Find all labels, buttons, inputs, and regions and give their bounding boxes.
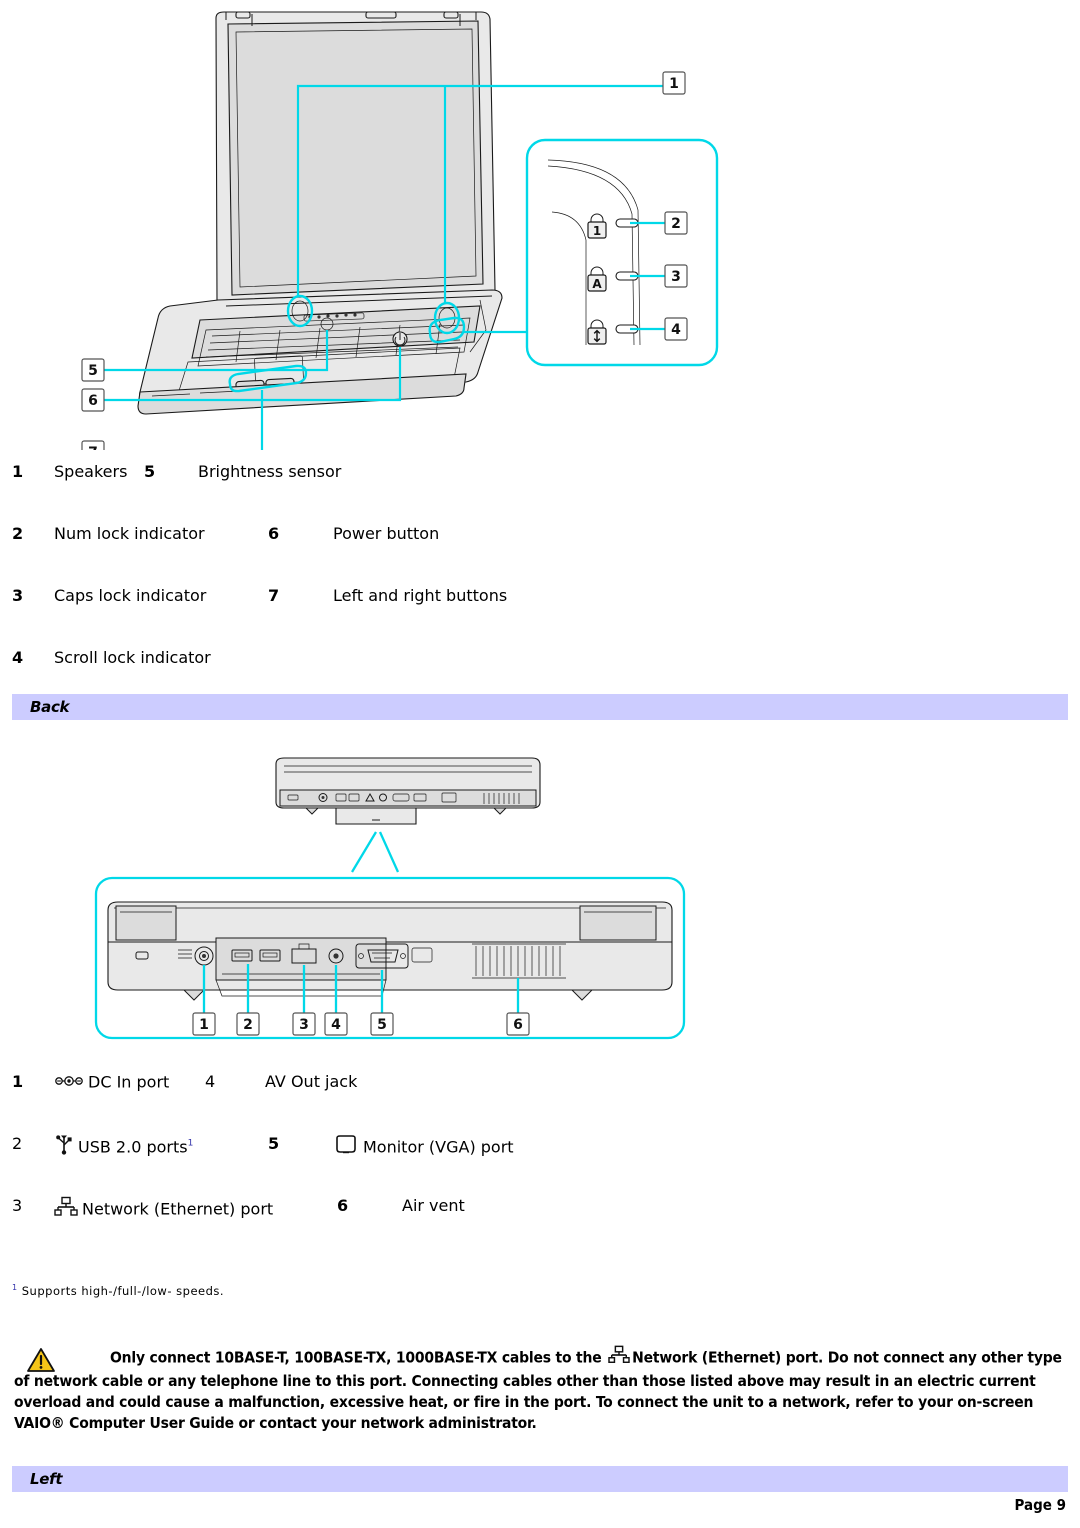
callout-4: 4 <box>324 1012 348 1036</box>
legend-number: 3 <box>12 586 24 605</box>
legend-row: 2 Num lock indicator 6 Power button <box>12 524 1052 586</box>
svg-text:A: A <box>592 277 602 291</box>
laptop-back-ports-diagram: .bv { fill:#e9e9e9; stroke:#1a1a1a; stro… <box>80 752 700 1047</box>
laptop-back-panel-enlarged <box>107 901 673 1001</box>
footnote-marker: 1 <box>187 1138 194 1149</box>
svg-text:4: 4 <box>671 322 681 338</box>
callout-5: 5 <box>81 358 105 382</box>
legend-number: 4 <box>205 1072 216 1091</box>
section-title: Left <box>30 1470 63 1488</box>
svg-text:1: 1 <box>669 76 679 92</box>
legend-label: Brightness sensor <box>198 462 342 481</box>
warning-text-part1: Only connect 10BASE-T, 100BASE-TX, 1000B… <box>110 1348 607 1367</box>
callout-1: 1 <box>662 71 686 95</box>
legend-label-text: Network (Ethernet) port <box>82 1199 274 1219</box>
scroll-lock-icon <box>587 319 607 345</box>
svg-text:2: 2 <box>671 216 681 232</box>
legend-number: 6 <box>337 1196 349 1215</box>
legend-row: 1 DC In port 4 AV Out jack <box>12 1072 1052 1134</box>
legend-number: 1 <box>12 1072 24 1091</box>
ethernet-icon <box>54 1196 78 1223</box>
warning-text-part2: Network (Ethernet) port. Do not <box>632 1348 879 1367</box>
svg-text:5: 5 <box>377 1017 387 1033</box>
legend-label: Left and right buttons <box>333 586 508 605</box>
laptop-base <box>137 289 503 415</box>
svg-text:3: 3 <box>671 269 681 285</box>
legend-number: 2 <box>12 1134 23 1153</box>
legend-label: Scroll lock indicator <box>54 648 211 667</box>
svg-text:2: 2 <box>243 1017 253 1033</box>
legend-label: Air vent <box>402 1196 465 1215</box>
legend-label-text: Monitor (VGA) port <box>363 1137 514 1157</box>
legend-number: 3 <box>12 1196 23 1215</box>
legend-row: 3 Network (Ethernet) port 6 Air vent <box>12 1196 1052 1258</box>
num-lock-icon: 1 <box>587 213 607 239</box>
legend-number: 1 <box>12 462 24 481</box>
svg-text:6: 6 <box>88 393 98 409</box>
legend-label: Num lock indicator <box>54 524 205 543</box>
legend-number: 7 <box>268 586 280 605</box>
callout-2: 2 <box>664 211 688 235</box>
legend-number: 5 <box>268 1134 280 1153</box>
svg-text:4: 4 <box>331 1017 341 1033</box>
legend-label: USB 2.0 ports1 <box>54 1134 193 1161</box>
svg-text:7: 7 <box>88 445 98 450</box>
warning-text: Only connect 10BASE-T, 100BASE-TX, 1000B… <box>14 1345 1066 1434</box>
callout-6: 6 <box>81 388 105 412</box>
monitor-vga-icon <box>333 1134 359 1161</box>
svg-text:5: 5 <box>88 363 98 379</box>
legend-row: 1 Speakers 5 Brightness sensor <box>12 462 1052 524</box>
callout-1: 1 <box>192 1012 216 1036</box>
legend-label-text: USB 2.0 ports <box>78 1137 188 1157</box>
section-header-back: Back <box>12 694 1068 720</box>
footnote-text: Supports high-/full-/low- speeds. <box>21 1283 225 1298</box>
callout-3: 3 <box>664 264 688 288</box>
svg-text:6: 6 <box>513 1017 523 1033</box>
svg-text:3: 3 <box>299 1017 309 1033</box>
back-legend-table: 1 DC In port 4 AV Out jack 2 USB 2.0 por… <box>12 1072 1052 1258</box>
legend-label: Network (Ethernet) port <box>54 1196 273 1223</box>
footnote: 1 Supports high-/full-/low- speeds. <box>12 1283 224 1298</box>
ethernet-icon <box>608 1345 630 1371</box>
footnote-marker: 1 <box>12 1283 18 1292</box>
callout-6: 6 <box>506 1012 530 1036</box>
legend-row: 2 USB 2.0 ports1 5 Monitor (VGA) port <box>12 1134 1052 1196</box>
power-button-marker <box>392 331 408 347</box>
legend-label: Caps lock indicator <box>54 586 207 605</box>
warning-triangle-icon <box>26 1347 56 1377</box>
laptop-front-open-diagram: .dv { fill:#e9e9e9; stroke:#1a1a1a; stro… <box>40 0 740 464</box>
warning-notice: Only connect 10BASE-T, 100BASE-TX, 1000B… <box>14 1345 1066 1434</box>
front-legend-table: 1 Speakers 5 Brightness sensor 2 Num loc… <box>12 462 1052 710</box>
legend-number: 2 <box>12 524 24 543</box>
page-number: Page 9 <box>1014 1496 1067 1514</box>
indicator-detail-callout: 1 A <box>525 138 719 367</box>
caps-lock-icon: A <box>587 266 607 292</box>
laptop-lid <box>215 11 496 309</box>
section-header-left: Left <box>12 1466 1068 1492</box>
legend-number: 5 <box>144 462 156 481</box>
legend-label: DC In port <box>54 1072 169 1093</box>
section-title: Back <box>30 698 70 716</box>
legend-label: Power button <box>333 524 440 543</box>
legend-label-text: DC In port <box>88 1072 170 1092</box>
laptop-closed-overview <box>275 757 541 825</box>
callout-4: 4 <box>664 317 688 341</box>
legend-number: 6 <box>268 524 280 543</box>
legend-number: 4 <box>12 648 24 667</box>
callout-2: 2 <box>236 1012 260 1036</box>
legend-label: Monitor (VGA) port <box>333 1134 514 1161</box>
svg-text:1: 1 <box>593 224 601 238</box>
legend-label: AV Out jack <box>265 1072 358 1091</box>
svg-text:1: 1 <box>199 1017 209 1033</box>
callout-7: 7 <box>81 440 105 464</box>
usb-icon <box>54 1134 74 1161</box>
legend-row: 3 Caps lock indicator 7 Left and right b… <box>12 586 1052 648</box>
legend-label: Speakers <box>54 462 128 481</box>
back-callout-numbers: 1 2 3 4 5 6 <box>192 1012 530 1036</box>
callout-3: 3 <box>292 1012 316 1036</box>
callout-5: 5 <box>370 1012 394 1036</box>
dc-in-icon <box>54 1073 84 1093</box>
